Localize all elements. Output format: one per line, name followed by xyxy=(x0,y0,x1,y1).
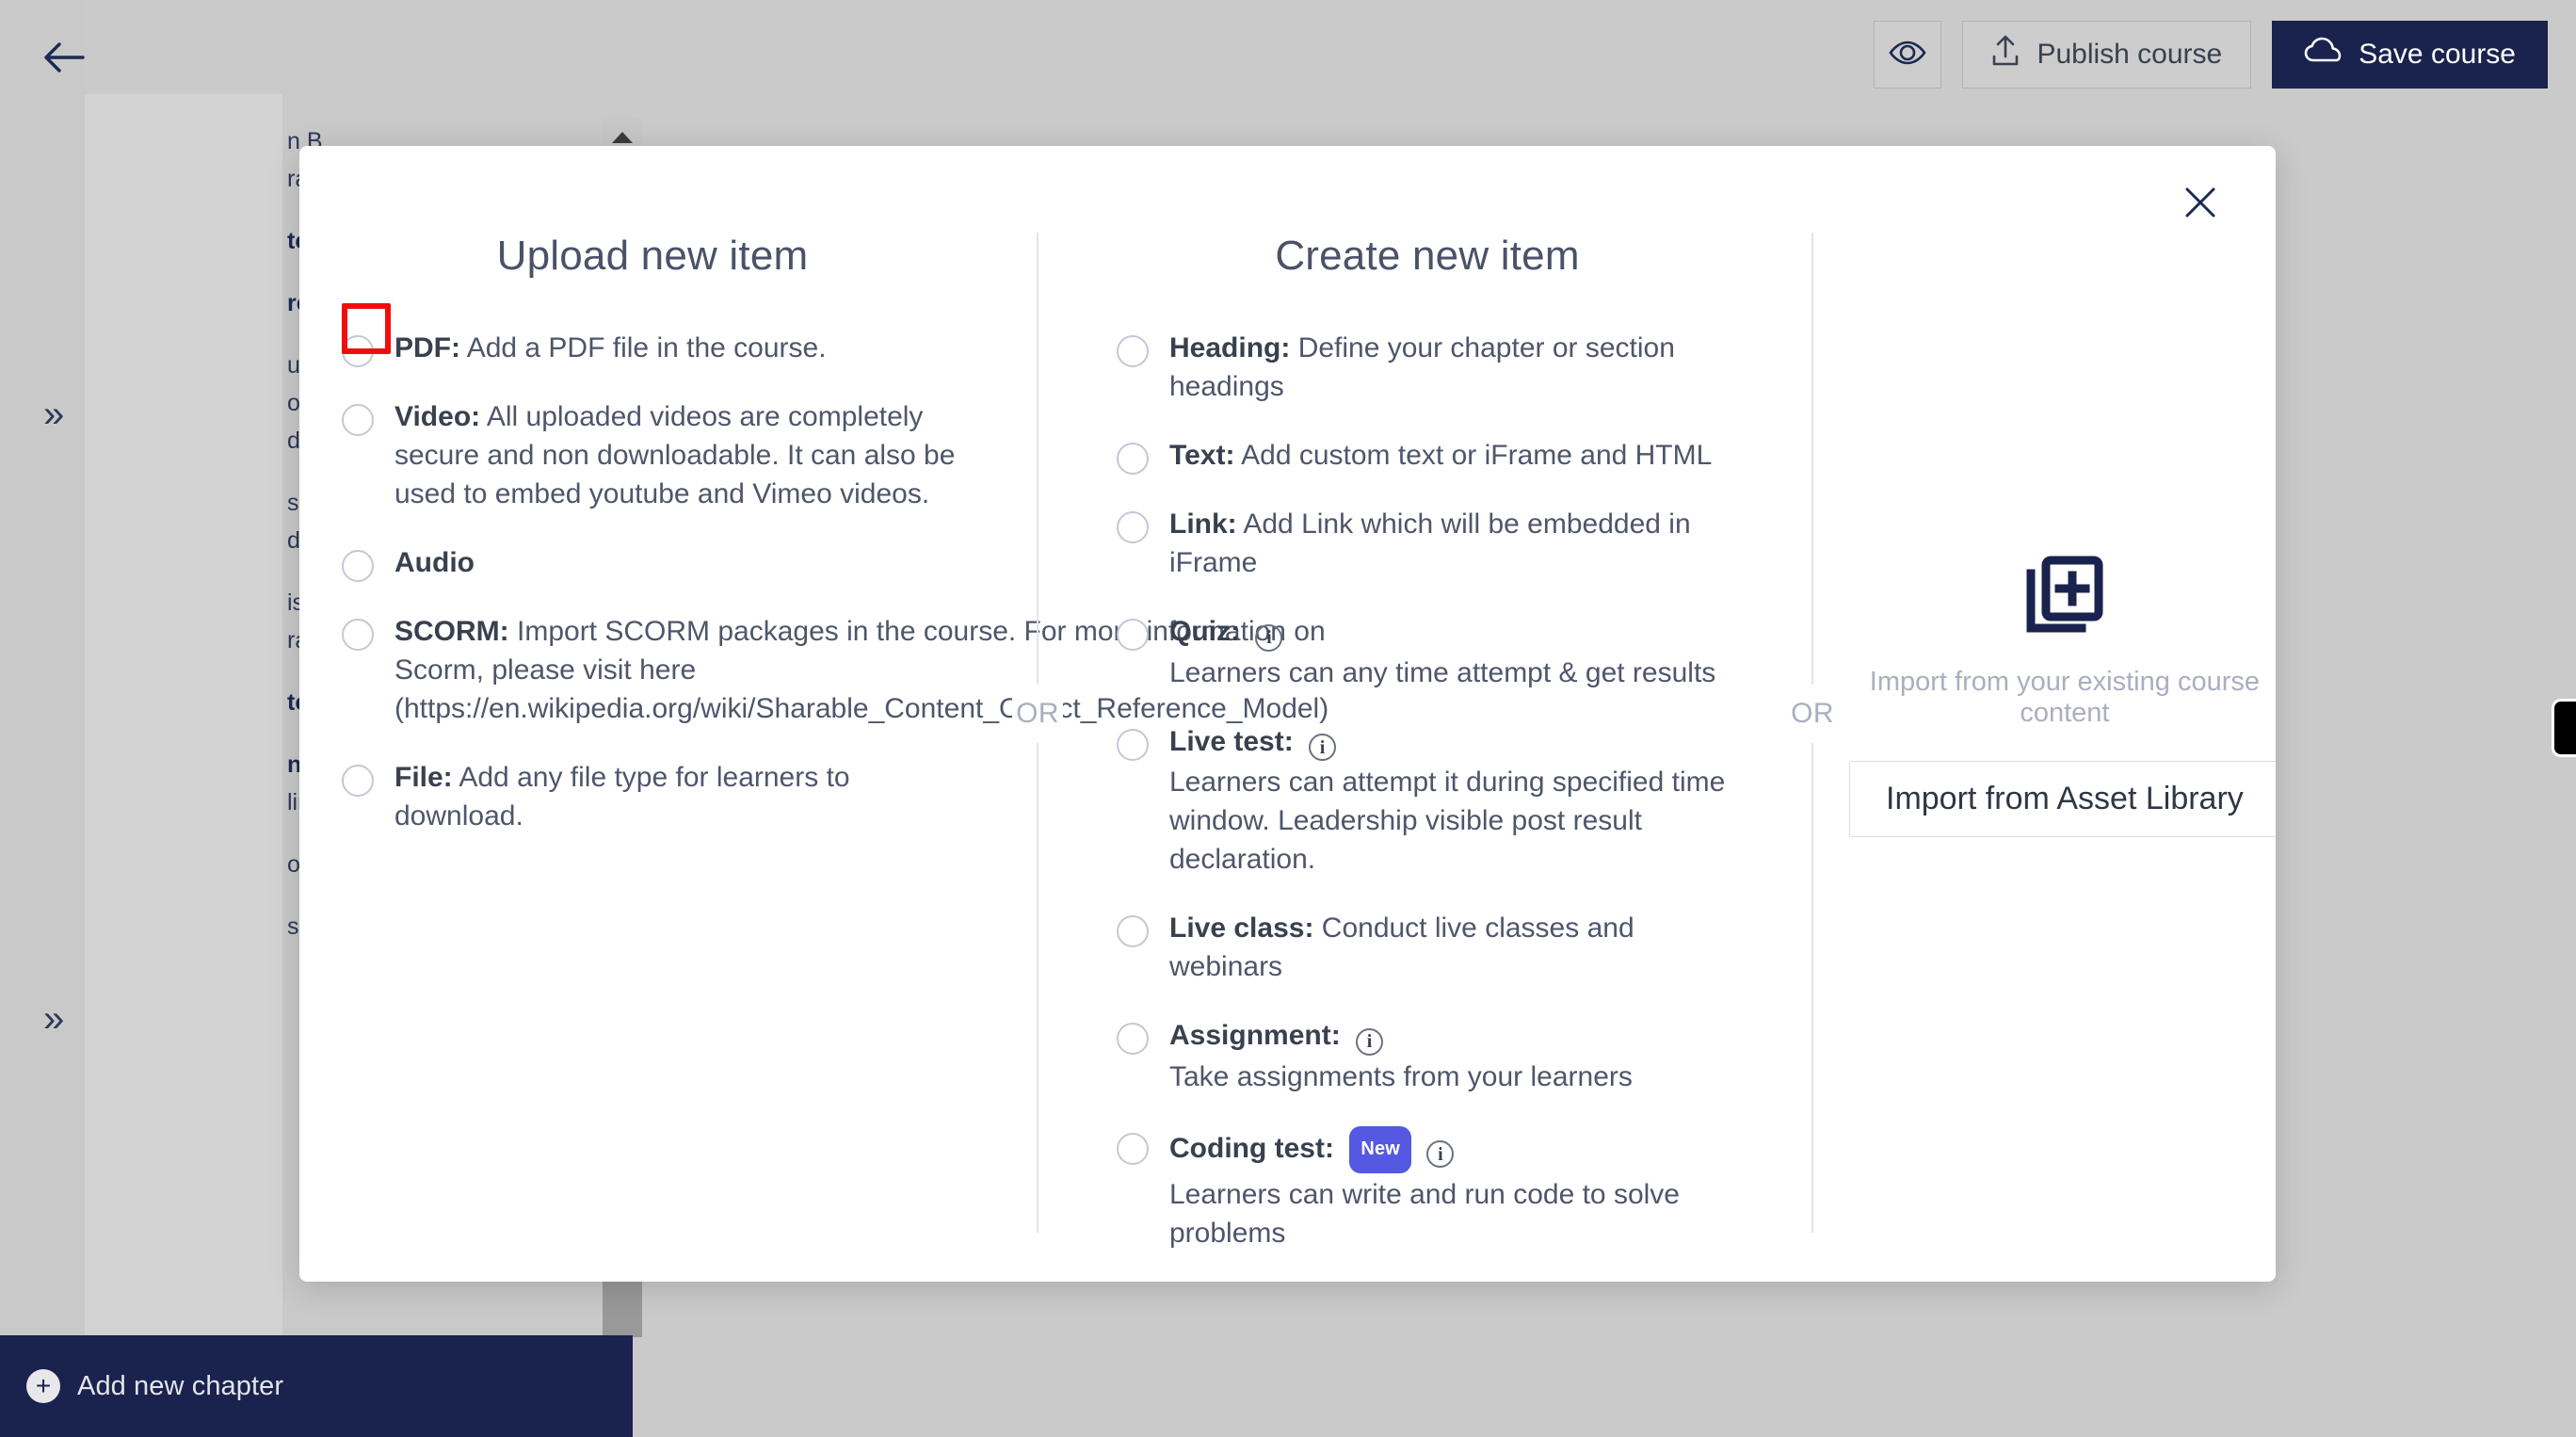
scorm-radio[interactable] xyxy=(342,619,374,651)
upload-column-title: Upload new item xyxy=(496,233,809,279)
option-live-class[interactable]: Live class: Conduct live classes and web… xyxy=(1117,909,1738,986)
save-course-button[interactable]: Save course xyxy=(2272,21,2548,89)
option-pdf[interactable]: PDF: Add a PDF file in the course. xyxy=(342,329,963,367)
option-quiz[interactable]: Quiz: i Learners can any time attempt & … xyxy=(1117,612,1738,692)
option-pdf-description: Add a PDF file in the course. xyxy=(466,332,827,363)
option-live-test[interactable]: Live test: i Learners can attempt it dur… xyxy=(1117,722,1738,880)
option-scorm[interactable]: SCORM: Import SCORM packages in the cour… xyxy=(342,612,1328,728)
option-scorm-label: SCORM: xyxy=(394,616,509,647)
option-coding-test-subtext: Learners can write and run code to solve… xyxy=(1169,1178,1680,1249)
info-icon[interactable]: i xyxy=(1255,623,1283,652)
new-badge: New xyxy=(1349,1125,1412,1173)
or-label: OR xyxy=(1012,685,1063,743)
option-file[interactable]: File: Add any file type for learners to … xyxy=(342,758,963,835)
heading-radio[interactable] xyxy=(1117,335,1149,367)
option-coding-test[interactable]: Coding test: New i Learners can write an… xyxy=(1117,1125,1738,1252)
top-toolbar: Publish course Save course xyxy=(1874,21,2548,89)
info-icon[interactable]: i xyxy=(1309,734,1337,761)
add-document-icon xyxy=(2021,553,2108,644)
background-left-rail xyxy=(0,0,85,1335)
back-arrow-icon[interactable] xyxy=(41,40,87,75)
add-new-chapter-button[interactable]: + Add new chapter xyxy=(0,1335,633,1437)
create-new-item-column: Create new item Heading: Define your cha… xyxy=(1074,146,1776,1282)
publish-course-label: Publish course xyxy=(2037,39,2223,70)
option-live-test-label: Live test: xyxy=(1169,725,1294,757)
app-root: » » n B ra te re u oo dh sn do is ra xyxy=(0,0,2576,1437)
collapse-chevron-icon-1[interactable]: » xyxy=(43,396,64,433)
cloud-icon xyxy=(2304,37,2342,73)
option-assignment-label: Assignment: xyxy=(1169,1020,1341,1051)
text-radio[interactable] xyxy=(1117,443,1149,475)
live-test-radio[interactable] xyxy=(1117,728,1149,761)
option-coding-test-label: Coding test: xyxy=(1169,1132,1334,1164)
or-label: OR xyxy=(1787,685,1838,743)
or-separator-left: OR xyxy=(1001,146,1074,1282)
option-video[interactable]: Video: All uploaded videos are completel… xyxy=(342,397,963,513)
link-radio[interactable] xyxy=(1117,511,1149,543)
collapse-chevron-icon-2[interactable]: » xyxy=(43,1000,64,1038)
assignment-radio[interactable] xyxy=(1117,1023,1149,1055)
option-assignment[interactable]: Assignment: i Take assignments from your… xyxy=(1117,1016,1738,1096)
live-class-radio[interactable] xyxy=(1117,915,1149,947)
video-radio[interactable] xyxy=(342,404,374,436)
file-radio[interactable] xyxy=(342,765,374,797)
quiz-radio[interactable] xyxy=(1117,619,1149,651)
coding-test-radio[interactable] xyxy=(1117,1132,1149,1165)
option-file-description: Add any file type for learners to downlo… xyxy=(394,762,850,832)
option-text[interactable]: Text: Add custom text or iFrame and HTML xyxy=(1117,436,1738,475)
option-link-description: Add Link which will be embedded in iFram… xyxy=(1169,509,1691,578)
info-icon[interactable]: i xyxy=(1426,1140,1455,1168)
option-link-label: Link: xyxy=(1169,509,1237,540)
modal-body: Upload new item PDF: Add a PDF file in t… xyxy=(299,146,2276,1282)
option-heading[interactable]: Heading: Define your chapter or section … xyxy=(1117,329,1738,406)
option-pdf-label: PDF: xyxy=(394,332,460,363)
option-video-label: Video: xyxy=(394,401,481,432)
edge-drawer-tab[interactable] xyxy=(2552,699,2576,757)
option-assignment-subtext: Take assignments from your learners xyxy=(1169,1060,1633,1092)
publish-course-button[interactable]: Publish course xyxy=(1962,21,2252,89)
info-icon[interactable]: i xyxy=(1356,1027,1384,1056)
import-caption: Import from your existing course content xyxy=(1869,667,2260,728)
import-column: Import from your existing course content… xyxy=(1849,146,2276,1282)
option-heading-label: Heading: xyxy=(1169,332,1291,363)
audio-radio[interactable] xyxy=(342,550,374,582)
import-from-asset-library-button[interactable]: Import from Asset Library xyxy=(1849,761,2276,837)
pdf-radio[interactable] xyxy=(342,335,374,367)
upload-new-item-column: Upload new item PDF: Add a PDF file in t… xyxy=(299,146,1328,1282)
eye-icon xyxy=(1889,39,1926,72)
option-link[interactable]: Link: Add Link which will be embedded in… xyxy=(1117,505,1738,582)
option-text-label: Text: xyxy=(1169,440,1235,471)
option-quiz-subtext: Learners can any time attempt & get resu… xyxy=(1169,656,1716,688)
option-live-test-subtext: Learners can attempt it during specified… xyxy=(1169,767,1726,875)
plus-circle-icon: + xyxy=(26,1369,60,1403)
upload-icon xyxy=(1991,34,2020,75)
create-column-title: Create new item xyxy=(1275,233,1580,279)
option-audio-label: Audio xyxy=(394,547,475,578)
background-chapter-panel xyxy=(85,94,282,1335)
or-separator-right: OR xyxy=(1776,146,1849,1282)
add-new-chapter-label: Add new chapter xyxy=(77,1370,284,1401)
option-file-label: File: xyxy=(394,762,453,793)
option-live-class-label: Live class: xyxy=(1169,912,1314,944)
option-quiz-label: Quiz: xyxy=(1169,616,1240,647)
add-item-modal: Upload new item PDF: Add a PDF file in t… xyxy=(299,146,2276,1282)
option-text-description: Add custom text or iFrame and HTML xyxy=(1241,440,1713,471)
save-course-label: Save course xyxy=(2359,39,2516,70)
option-audio[interactable]: Audio xyxy=(342,543,963,582)
preview-course-button[interactable] xyxy=(1874,21,1942,89)
